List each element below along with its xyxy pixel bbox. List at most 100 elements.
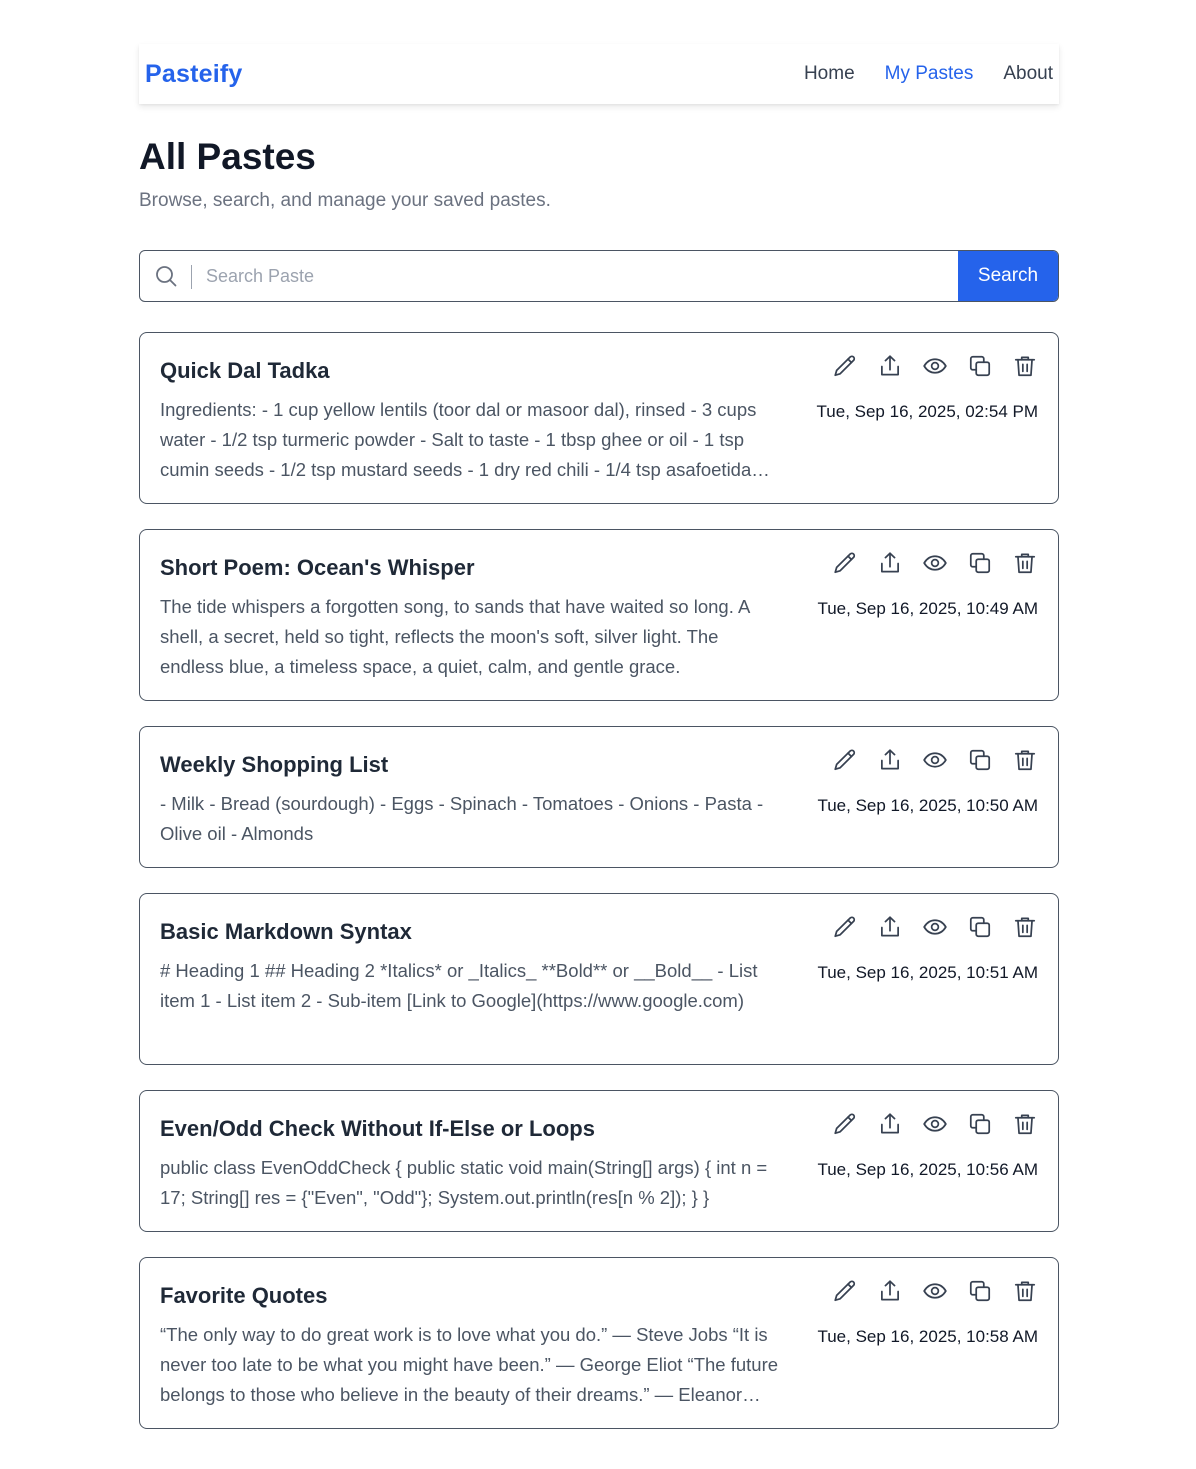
copy-icon — [969, 552, 990, 573]
nav-links: Home My Pastes About — [804, 63, 1053, 85]
copy-button[interactable] — [966, 746, 993, 773]
nav-link-my-pastes[interactable]: My Pastes — [885, 63, 974, 85]
paste-date: Tue, Sep 16, 2025, 10:58 AM — [817, 1327, 1038, 1346]
view-button[interactable] — [921, 913, 948, 940]
paste-card: Short Poem: Ocean's Whisper The tide whi… — [139, 529, 1059, 701]
pencil-icon — [833, 552, 855, 573]
page-subtitle: Browse, search, and manage your saved pa… — [139, 190, 551, 211]
copy-button[interactable] — [966, 1277, 993, 1304]
share-button[interactable] — [876, 746, 903, 773]
eye-icon — [922, 1115, 947, 1132]
trash-icon — [1014, 355, 1035, 376]
view-button[interactable] — [921, 1110, 948, 1137]
copy-button[interactable] — [966, 1110, 993, 1137]
edit-button[interactable] — [831, 549, 858, 576]
trash-icon — [1014, 916, 1035, 937]
paste-title: Quick Dal Tadka — [160, 358, 330, 383]
paste-content: - Milk - Bread (sourdough) - Eggs - Spin… — [160, 793, 764, 844]
paste-date: Tue, Sep 16, 2025, 10:51 AM — [817, 963, 1038, 982]
eye-icon — [922, 751, 947, 768]
paste-date: Tue, Sep 16, 2025, 10:56 AM — [817, 1160, 1038, 1179]
paste-actions — [831, 352, 1038, 379]
edit-button[interactable] — [831, 1277, 858, 1304]
edit-button[interactable] — [831, 746, 858, 773]
share-button[interactable] — [876, 549, 903, 576]
edit-button[interactable] — [831, 352, 858, 379]
paste-content: Ingredients: - 1 cup yellow lentils (too… — [160, 399, 757, 480]
view-button[interactable] — [921, 549, 948, 576]
paste-actions — [831, 1277, 1038, 1304]
copy-icon — [969, 749, 990, 770]
paste-actions — [831, 1110, 1038, 1137]
paste-actions — [831, 746, 1038, 773]
paste-title: Weekly Shopping List — [160, 752, 389, 777]
pencil-icon — [833, 355, 855, 376]
paste-content: # Heading 1 ## Heading 2 *Italics* or _I… — [160, 960, 758, 1011]
view-button[interactable] — [921, 1277, 948, 1304]
share-button[interactable] — [876, 913, 903, 940]
delete-button[interactable] — [1011, 1277, 1038, 1304]
share-icon — [880, 1112, 899, 1134]
nav-link-home[interactable]: Home — [804, 63, 855, 85]
trash-icon — [1014, 749, 1035, 770]
pencil-icon — [833, 1113, 855, 1134]
share-button[interactable] — [876, 1110, 903, 1137]
pencil-icon — [833, 749, 855, 770]
view-button[interactable] — [921, 352, 948, 379]
delete-button[interactable] — [1011, 746, 1038, 773]
page-title: All Pastes — [139, 136, 316, 177]
eye-icon — [922, 1282, 947, 1299]
share-button[interactable] — [876, 1277, 903, 1304]
paste-content: The tide whispers a forgotten song, to s… — [160, 596, 750, 677]
brand-logo[interactable]: Pasteify — [145, 60, 243, 89]
share-icon — [880, 915, 899, 937]
eye-icon — [922, 918, 947, 935]
delete-button[interactable] — [1011, 352, 1038, 379]
paste-title: Basic Markdown Syntax — [160, 919, 412, 944]
copy-icon — [969, 1280, 990, 1301]
copy-button[interactable] — [966, 549, 993, 576]
pencil-icon — [833, 916, 855, 937]
paste-title: Short Poem: Ocean's Whisper — [160, 555, 475, 580]
search-button[interactable]: Search — [958, 251, 1058, 301]
share-icon — [880, 1279, 899, 1301]
copy-button[interactable] — [966, 913, 993, 940]
share-icon — [880, 748, 899, 770]
paste-content: “The only way to do great work is to lov… — [160, 1324, 779, 1405]
copy-button[interactable] — [966, 352, 993, 379]
paste-date: Tue, Sep 16, 2025, 10:50 AM — [817, 796, 1038, 815]
paste-title: Even/Odd Check Without If-Else or Loops — [160, 1116, 595, 1141]
share-button[interactable] — [876, 352, 903, 379]
eye-icon — [922, 357, 947, 374]
paste-content: public class EvenOddCheck { public stati… — [160, 1157, 768, 1208]
share-icon — [880, 354, 899, 376]
paste-card: Favorite Quotes “The only way to do grea… — [139, 1257, 1059, 1429]
trash-icon — [1014, 1113, 1035, 1134]
view-button[interactable] — [921, 746, 948, 773]
paste-actions — [831, 913, 1038, 940]
delete-button[interactable] — [1011, 549, 1038, 576]
delete-button[interactable] — [1011, 1110, 1038, 1137]
paste-date: Tue, Sep 16, 2025, 10:49 AM — [817, 599, 1038, 618]
nav-link-about[interactable]: About — [1003, 63, 1053, 85]
eye-icon — [922, 554, 947, 571]
edit-button[interactable] — [831, 1110, 858, 1137]
navbar: Pasteify Home My Pastes About — [139, 44, 1059, 104]
search-icon — [140, 251, 192, 301]
paste-title: Favorite Quotes — [160, 1283, 328, 1308]
paste-actions — [831, 549, 1038, 576]
search-bar: Search — [139, 250, 1059, 302]
paste-card: Quick Dal Tadka Ingredients: - 1 cup yel… — [139, 332, 1059, 504]
pencil-icon — [833, 1280, 855, 1301]
delete-button[interactable] — [1011, 913, 1038, 940]
search-input[interactable] — [192, 251, 958, 301]
trash-icon — [1014, 552, 1035, 573]
paste-date: Tue, Sep 16, 2025, 02:54 PM — [816, 402, 1038, 421]
paste-card: Basic Markdown Syntax # Heading 1 ## Hea… — [139, 893, 1059, 1065]
copy-icon — [969, 916, 990, 937]
trash-icon — [1014, 1280, 1035, 1301]
paste-card: Even/Odd Check Without If-Else or Loops … — [139, 1090, 1059, 1232]
copy-icon — [969, 1113, 990, 1134]
edit-button[interactable] — [831, 913, 858, 940]
copy-icon — [969, 355, 990, 376]
